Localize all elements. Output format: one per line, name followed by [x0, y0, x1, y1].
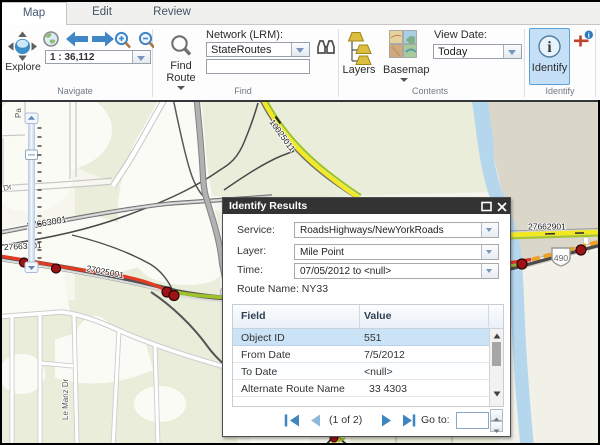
svg-text:Pa: Pa [14, 108, 23, 118]
svg-text:27662901: 27662901 [528, 222, 566, 232]
svg-text:i: i [547, 39, 552, 56]
svg-text:27663101: 27663101 [4, 240, 43, 252]
svg-text:Le Manz Dr: Le Manz Dr [61, 378, 70, 420]
svg-text:i: i [588, 31, 590, 40]
svg-text:490: 490 [554, 253, 568, 263]
